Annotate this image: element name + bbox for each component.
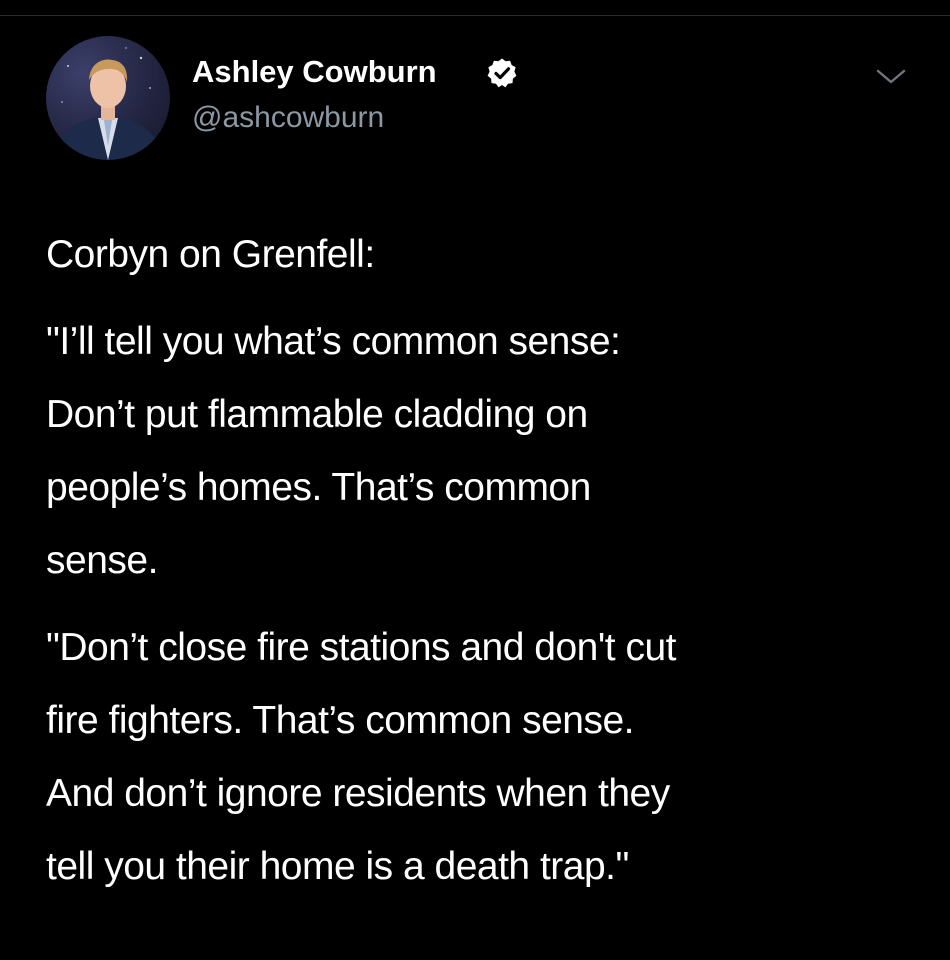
verified-badge-icon — [487, 58, 517, 88]
tweet-line: people’s homes. That’s common — [46, 466, 591, 509]
top-divider — [0, 15, 950, 16]
tweet-line: And don’t ignore residents when they — [46, 772, 670, 815]
tweet-line: tell you their home is a death trap." — [46, 845, 629, 888]
tweet-line: "I’ll tell you what’s common sense: — [46, 320, 621, 363]
tweet-paragraph: "Don’t close fire stations and don't cut… — [46, 611, 926, 903]
tweet-line: Corbyn on Grenfell: — [46, 233, 375, 276]
tweet-line: Don’t put flammable cladding on — [46, 393, 588, 436]
tweet-paragraph: Corbyn on Grenfell: — [46, 218, 926, 291]
tweet-line: "Don’t close fire stations and don't cut — [46, 626, 676, 669]
profile-photo-icon — [54, 47, 162, 160]
tweet-line: fire fighters. That’s common sense. — [46, 699, 635, 742]
chevron-down-icon[interactable] — [874, 63, 908, 89]
author-handle[interactable]: @ashcowburn — [192, 99, 384, 137]
tweet-text: Corbyn on Grenfell: "I’ll tell you what’… — [46, 218, 926, 903]
tweet-paragraph: "I’ll tell you what’s common sense: Don’… — [46, 305, 926, 597]
tweet-line: sense. — [46, 539, 158, 582]
avatar[interactable] — [46, 36, 170, 160]
author-name[interactable]: Ashley Cowburn — [192, 52, 437, 92]
